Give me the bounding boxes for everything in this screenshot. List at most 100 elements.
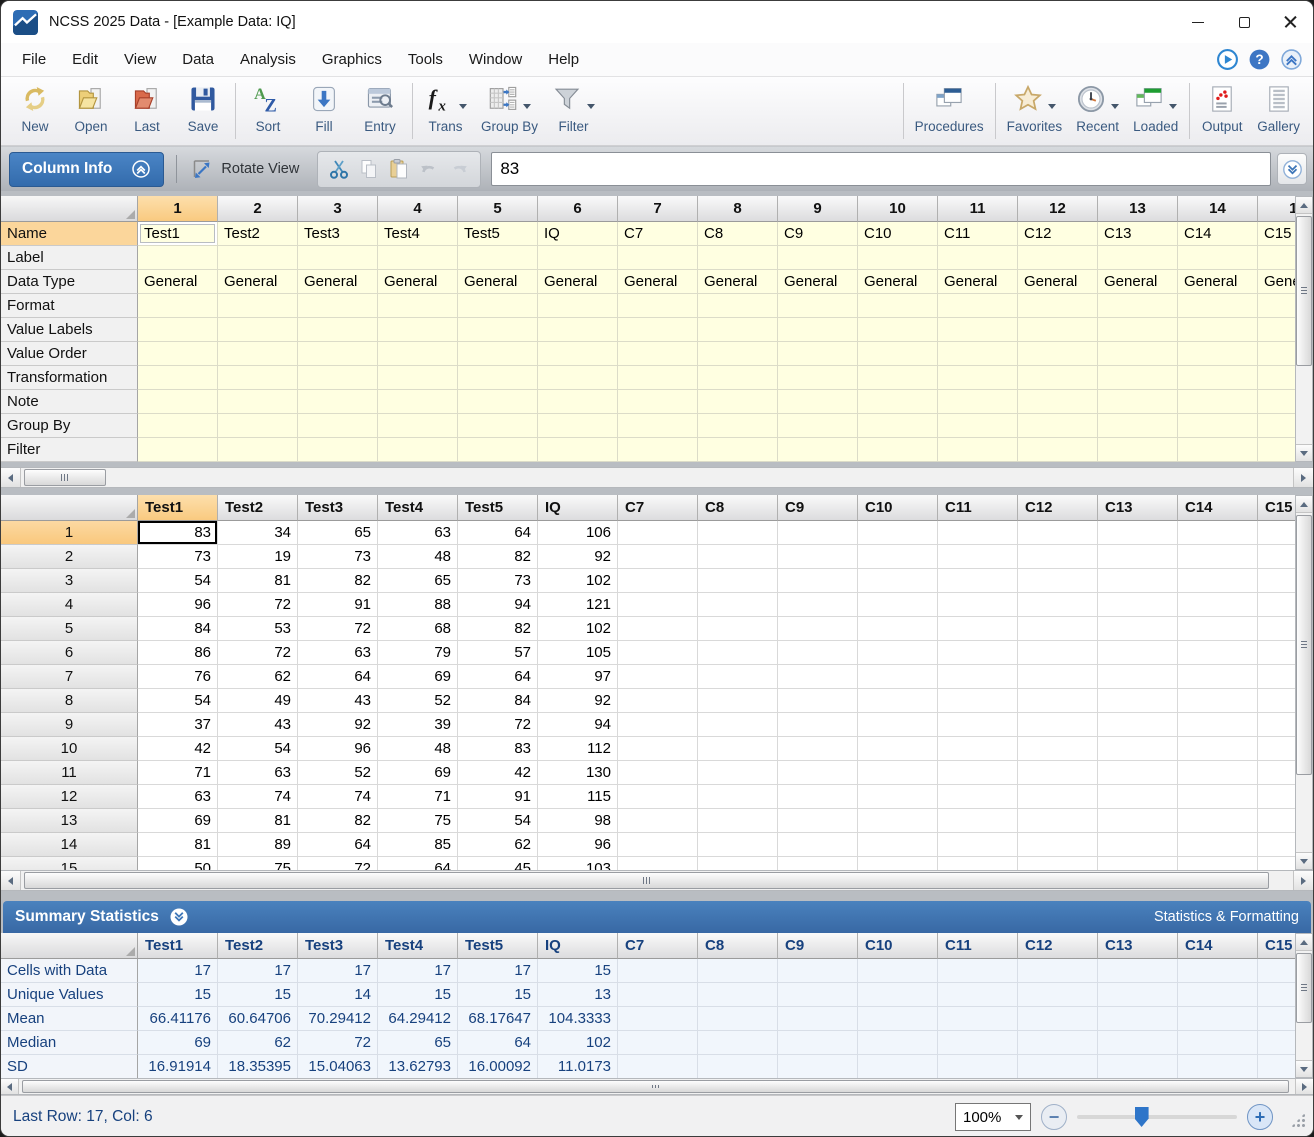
data-cell[interactable] (1098, 761, 1178, 785)
data-column-header[interactable]: C11 (938, 495, 1018, 521)
summary-column-header[interactable]: Test2 (218, 933, 298, 959)
data-cell[interactable] (778, 785, 858, 809)
data-column-header[interactable]: Test5 (458, 495, 538, 521)
data-cell[interactable] (778, 521, 858, 545)
summary-column-header[interactable]: C8 (698, 933, 778, 959)
data-cell[interactable] (938, 641, 1018, 665)
data-cell[interactable]: 96 (138, 593, 218, 617)
data-cell[interactable]: 106 (538, 521, 618, 545)
data-cell[interactable] (1018, 737, 1098, 761)
summary-cell[interactable] (778, 1055, 858, 1078)
column-info-cell[interactable] (298, 318, 378, 342)
column-info-cell[interactable] (298, 246, 378, 270)
column-info-cell[interactable] (1258, 294, 1297, 318)
data-cell[interactable] (858, 617, 938, 641)
column-info-cell[interactable] (618, 414, 698, 438)
open-button[interactable]: Open (63, 77, 119, 145)
data-cell[interactable]: 72 (458, 713, 538, 737)
column-info-cell[interactable] (298, 366, 378, 390)
summary-vertical-scrollbar[interactable] (1295, 933, 1313, 1078)
column-info-cell[interactable] (938, 318, 1018, 342)
column-info-cell[interactable] (218, 318, 298, 342)
column-info-cell[interactable] (138, 318, 218, 342)
column-info-row-header[interactable]: Value Labels (1, 318, 138, 342)
column-info-column-header[interactable]: 6 (538, 196, 618, 222)
data-row-header[interactable]: 5 (1, 617, 138, 641)
data-cell[interactable] (1018, 785, 1098, 809)
data-cell[interactable] (778, 737, 858, 761)
column-info-column-header[interactable]: 5 (458, 196, 538, 222)
column-info-cell[interactable] (1178, 414, 1258, 438)
data-cell[interactable] (1018, 857, 1098, 870)
summary-cell[interactable] (778, 1031, 858, 1055)
column-info-cell[interactable] (378, 390, 458, 414)
data-corner-cell[interactable] (1, 495, 138, 521)
column-info-cell[interactable] (698, 318, 778, 342)
column-info-cell[interactable] (778, 438, 858, 462)
data-cell[interactable] (1098, 809, 1178, 833)
data-column-header[interactable]: C12 (1018, 495, 1098, 521)
summary-row-header[interactable]: Cells with Data (1, 959, 138, 983)
summary-cell[interactable] (1178, 1007, 1258, 1031)
column-info-cell[interactable]: C11 (938, 222, 1018, 246)
data-cell[interactable]: 74 (298, 785, 378, 809)
menu-item-window[interactable]: Window (456, 47, 535, 72)
data-row-header[interactable]: 12 (1, 785, 138, 809)
data-cell[interactable] (1178, 857, 1258, 870)
column-info-cell[interactable] (698, 366, 778, 390)
summary-cell[interactable] (778, 1007, 858, 1031)
data-column-header[interactable]: IQ (538, 495, 618, 521)
summary-cell[interactable] (1178, 1031, 1258, 1055)
column-info-column-header[interactable]: 2 (218, 196, 298, 222)
data-cell[interactable]: 64 (458, 521, 538, 545)
data-cell[interactable] (1258, 857, 1297, 870)
summary-cell[interactable]: 16.91914 (138, 1055, 218, 1078)
data-column-header[interactable]: C10 (858, 495, 938, 521)
data-cell[interactable]: 85 (378, 833, 458, 857)
summary-cell[interactable] (1098, 959, 1178, 983)
data-cell[interactable]: 72 (218, 641, 298, 665)
data-cell[interactable]: 54 (138, 689, 218, 713)
summary-cell[interactable]: 11.0173 (538, 1055, 618, 1078)
summary-cell[interactable]: 72 (298, 1031, 378, 1055)
column-info-cell[interactable] (938, 366, 1018, 390)
data-cell[interactable]: 83 (138, 521, 218, 545)
data-cell[interactable]: 54 (138, 569, 218, 593)
data-row-header[interactable]: 1 (1, 521, 138, 545)
data-cell[interactable] (698, 737, 778, 761)
data-cell[interactable]: 105 (538, 641, 618, 665)
data-cell[interactable] (1258, 713, 1297, 737)
data-cell[interactable] (1018, 713, 1098, 737)
data-cell[interactable] (1258, 521, 1297, 545)
summary-cell[interactable] (778, 983, 858, 1007)
data-cell[interactable] (938, 593, 1018, 617)
menu-item-data[interactable]: Data (169, 47, 227, 72)
data-cell[interactable]: 102 (538, 569, 618, 593)
data-cell[interactable] (1178, 545, 1258, 569)
data-cell[interactable] (698, 521, 778, 545)
data-cell[interactable] (1258, 833, 1297, 857)
column-info-cell[interactable] (1018, 246, 1098, 270)
column-info-cell[interactable]: General (1098, 270, 1178, 294)
redo-icon[interactable] (448, 158, 470, 180)
data-cell[interactable] (1258, 641, 1297, 665)
column-info-cell[interactable] (698, 246, 778, 270)
zoom-slider[interactable] (1077, 1115, 1237, 1119)
data-cell[interactable]: 81 (138, 833, 218, 857)
data-cell[interactable]: 43 (298, 689, 378, 713)
summary-cell[interactable]: 62 (218, 1031, 298, 1055)
summary-cell[interactable] (938, 1007, 1018, 1031)
column-info-cell[interactable] (138, 366, 218, 390)
column-info-column-header[interactable]: 9 (778, 196, 858, 222)
column-info-cell[interactable] (1178, 390, 1258, 414)
summary-row-header[interactable]: Unique Values (1, 983, 138, 1007)
column-info-cell[interactable] (1178, 246, 1258, 270)
column-info-cell[interactable] (698, 294, 778, 318)
summary-cell[interactable] (1258, 1007, 1297, 1031)
column-info-cell[interactable] (938, 246, 1018, 270)
data-cell[interactable]: 64 (298, 665, 378, 689)
summary-cell[interactable] (938, 959, 1018, 983)
column-info-column-header[interactable]: 3 (298, 196, 378, 222)
data-row-header[interactable]: 8 (1, 689, 138, 713)
data-cell[interactable] (1018, 761, 1098, 785)
